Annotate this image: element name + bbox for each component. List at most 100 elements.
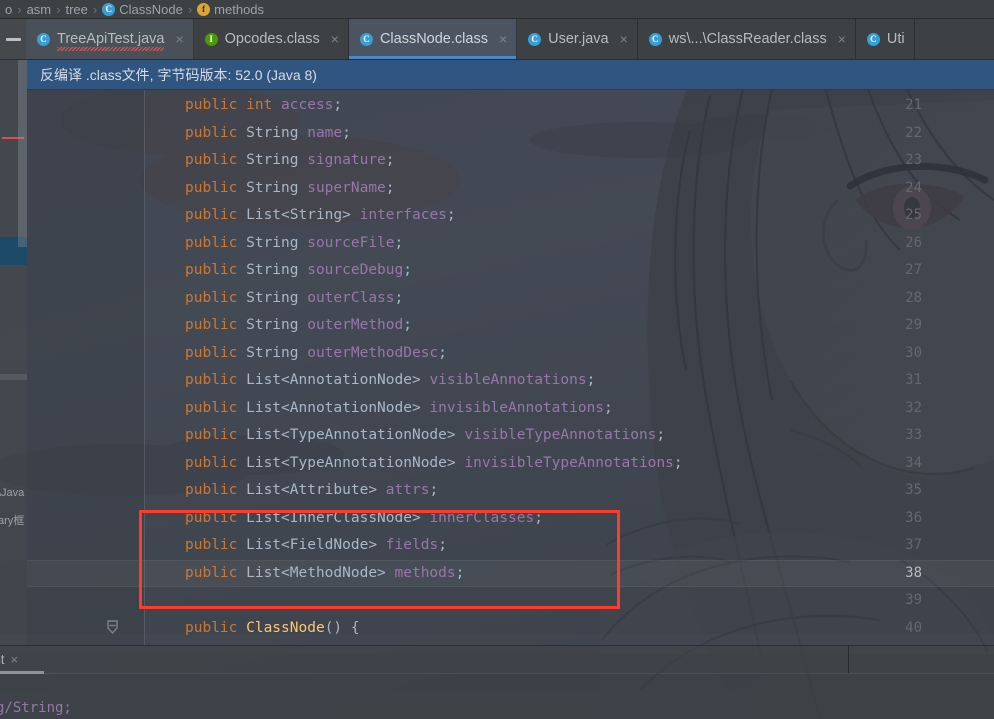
code-line: public List<InnerClassNode> innerClasses… (185, 505, 543, 533)
left-panel-fragment-1: \Java (0, 487, 24, 499)
code-line: public String outerMethodDesc; (185, 340, 447, 368)
tab-treeapitest-java[interactable]: C TreeApiTest.java × (26, 19, 194, 59)
line-number: 33 (862, 422, 922, 450)
breadcrumb-label-1: asm (27, 2, 52, 17)
code-line: public List<MethodNode> methods; (185, 560, 464, 588)
left-panel-scrollbar[interactable] (18, 27, 27, 247)
breadcrumb-item-0[interactable]: o (2, 2, 15, 17)
breadcrumb-label-0: o (5, 2, 12, 17)
code-line: public String sourceFile; (185, 230, 403, 258)
tab-label: TreeApiTest.java (57, 31, 164, 47)
banner-text: 反编译 .class文件, 字节码版本: 52.0 (Java 8) (40, 65, 317, 85)
line-number: 30 (862, 340, 922, 368)
code-line: public List<AnnotationNode> invisibleAnn… (185, 395, 613, 423)
line-number: 29 (862, 312, 922, 340)
tab-label: ClassNode.class (380, 31, 488, 47)
code-fold-icon[interactable] (105, 620, 120, 635)
line-number: 22 (862, 120, 922, 148)
breadcrumb-label-3: ClassNode (119, 2, 183, 17)
code-line: public List<FieldNode> fields; (185, 532, 447, 560)
line-number: 21 (862, 92, 922, 120)
line-number: 24 (862, 175, 922, 203)
decompile-notification-banner: 反编译 .class文件, 字节码版本: 52.0 (Java 8) (27, 60, 994, 90)
bottom-tab-item[interactable]: st × (0, 652, 18, 667)
code-line: public List<AnnotationNode> visibleAnnot… (185, 367, 595, 395)
breadcrumb-separator: › (54, 2, 62, 17)
breadcrumb-item-3[interactable]: C ClassNode (99, 2, 186, 17)
line-number: 36 (862, 505, 922, 533)
class-icon: C (102, 3, 115, 16)
line-number: 34 (862, 450, 922, 478)
caret-line-highlight (27, 560, 994, 588)
tab-close-icon[interactable]: × (838, 31, 846, 47)
tab-close-icon[interactable]: × (499, 31, 507, 47)
code-line: public int access; (185, 92, 342, 120)
bottom-tab-close-icon[interactable]: × (11, 652, 19, 667)
left-panel-highlight-row (0, 374, 27, 380)
bottom-tab-label: st (0, 652, 5, 667)
editor-tab-bar: C TreeApiTest.java × I Opcodes.class × C… (0, 19, 994, 60)
tab-classreader-class[interactable]: C ws\...\ClassReader.class × (638, 19, 856, 59)
line-number: 37 (862, 532, 922, 560)
breadcrumb-separator: › (15, 2, 23, 17)
tab-util-class[interactable]: C Uti (856, 19, 915, 59)
line-number: 39 (862, 587, 922, 615)
code-line: public String outerClass; (185, 285, 403, 313)
bottom-tool-window-tabs: st × (0, 645, 994, 673)
interface-icon: I (205, 33, 218, 46)
method-icon: f (197, 3, 210, 16)
code-line: public List<TypeAnnotationNode> invisibl… (185, 450, 683, 478)
line-number: 27 (862, 257, 922, 285)
bottom-tabs-divider (848, 645, 849, 673)
code-line: public String signature; (185, 147, 395, 175)
tab-close-icon[interactable]: × (175, 31, 183, 47)
code-line: public String superName; (185, 175, 395, 203)
class-icon: C (528, 33, 541, 46)
line-number: 31 (862, 367, 922, 395)
class-icon: C (360, 33, 373, 46)
breadcrumb-separator: › (186, 2, 194, 17)
error-squiggle-icon (57, 47, 164, 51)
tab-label: Uti (887, 31, 905, 47)
tab-opcodes-class[interactable]: I Opcodes.class × (194, 19, 349, 59)
tab-label: ws\...\ClassReader.class (669, 31, 827, 47)
breadcrumb-item-1[interactable]: asm (24, 2, 55, 17)
tab-close-icon[interactable]: × (331, 31, 339, 47)
code-line: public ClassNode() { (185, 615, 360, 643)
left-tool-panel[interactable]: c\Kry \Java ary框 (0, 19, 27, 645)
tab-label: Opcodes.class (225, 31, 320, 47)
line-number: 35 (862, 477, 922, 505)
line-number: 32 (862, 395, 922, 423)
code-line: public String sourceDebug; (185, 257, 412, 285)
class-icon: C (867, 33, 880, 46)
code-line: public String name; (185, 120, 351, 148)
code-editor[interactable]: 21 public int access; 22 public String name… (27, 90, 994, 645)
code-line: public List<Attribute> attrs; (185, 477, 438, 505)
line-number: 28 (862, 285, 922, 313)
breadcrumb-separator: › (91, 2, 99, 17)
breadcrumb: o › asm › tree › C ClassNode › f methods (0, 0, 994, 19)
tab-user-java[interactable]: C User.java × (517, 19, 638, 59)
code-line: public List<TypeAnnotationNode> visibleT… (185, 422, 665, 450)
breadcrumb-label-2: tree (65, 2, 87, 17)
line-number: 26 (862, 230, 922, 258)
left-panel-fragment-2: ary框 (0, 512, 24, 528)
breadcrumb-item-4[interactable]: f methods (194, 2, 267, 17)
console-line: g/String; (0, 700, 72, 716)
tab-classnode-class[interactable]: C ClassNode.class × (349, 19, 517, 59)
tab-label: User.java (548, 31, 608, 47)
tab-close-icon[interactable]: × (620, 31, 628, 47)
minimize-button[interactable] (0, 19, 26, 59)
line-number: 25 (862, 202, 922, 230)
class-icon: C (649, 33, 662, 46)
code-line: public String outerMethod; (185, 312, 412, 340)
console-output-panel[interactable]: g/String; (0, 674, 994, 719)
breadcrumb-label-4: methods (214, 2, 264, 17)
line-number: 23 (862, 147, 922, 175)
breadcrumb-item-2[interactable]: tree (62, 2, 90, 17)
bottom-tab-active-underline (0, 671, 44, 674)
line-number: 38 (862, 560, 922, 588)
minimize-icon (6, 38, 21, 41)
line-number: 40 (862, 615, 922, 643)
java-run-class-icon: C (37, 33, 50, 46)
